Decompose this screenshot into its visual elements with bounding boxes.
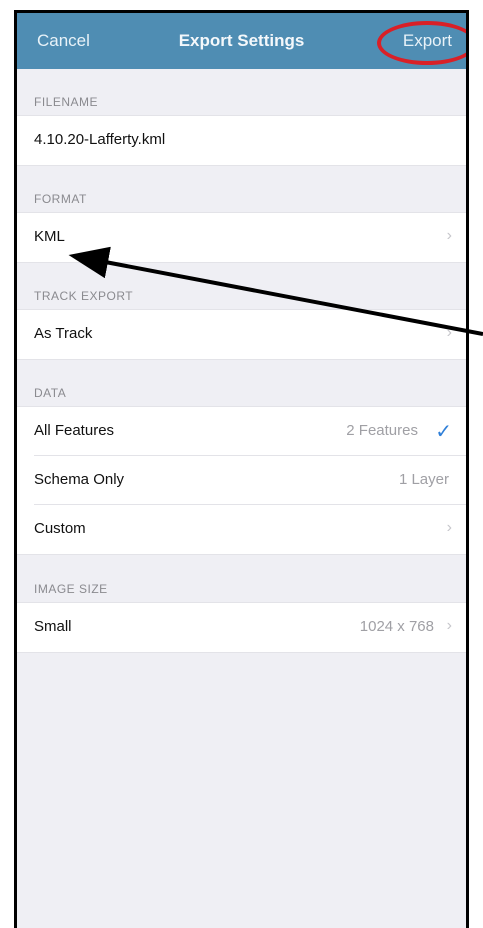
format-row[interactable]: KML › bbox=[17, 212, 466, 263]
custom-row[interactable]: Custom › bbox=[17, 504, 466, 555]
schema-only-count: 1 Layer bbox=[398, 471, 449, 488]
all-features-label: All Features bbox=[34, 422, 115, 439]
filename-field[interactable]: 4.10.20-Lafferty.kml bbox=[17, 115, 466, 166]
export-button[interactable]: Export bbox=[403, 31, 452, 51]
checkmark-icon: ✓ bbox=[435, 421, 452, 443]
section-header-filename: FILENAME bbox=[34, 95, 99, 109]
chevron-right-icon: › bbox=[446, 324, 452, 341]
schema-only-row[interactable]: Schema Only 1 Layer bbox=[17, 455, 466, 505]
chevron-right-icon: › bbox=[446, 617, 452, 634]
phone-screen: Cancel Export Settings Export FILENAME 4… bbox=[14, 10, 469, 928]
all-features-count: 2 Features bbox=[346, 422, 418, 439]
custom-label: Custom bbox=[34, 520, 86, 537]
section-header-format: FORMAT bbox=[34, 192, 87, 206]
page-title: Export Settings bbox=[178, 31, 305, 50]
section-header-track-export: TRACK EXPORT bbox=[34, 289, 134, 303]
navigation-bar: Cancel Export Settings Export bbox=[17, 13, 466, 69]
format-value: KML bbox=[34, 228, 65, 245]
section-header-data: DATA bbox=[34, 386, 67, 400]
schema-only-label: Schema Only bbox=[34, 471, 125, 488]
settings-list: FILENAME 4.10.20-Lafferty.kml FORMAT KML… bbox=[17, 69, 466, 653]
chevron-right-icon: › bbox=[446, 227, 452, 244]
chevron-right-icon: › bbox=[446, 519, 452, 536]
all-features-row[interactable]: All Features 2 Features ✓ bbox=[17, 406, 466, 456]
track-export-value: As Track bbox=[34, 325, 93, 342]
track-export-row[interactable]: As Track › bbox=[17, 309, 466, 360]
section-header-image-size: IMAGE SIZE bbox=[34, 582, 108, 596]
image-size-label: Small bbox=[34, 618, 72, 635]
filename-value: 4.10.20-Lafferty.kml bbox=[34, 131, 166, 148]
image-size-row[interactable]: Small 1024 x 768 › bbox=[17, 602, 466, 653]
image-size-value: 1024 x 768 bbox=[359, 618, 434, 635]
